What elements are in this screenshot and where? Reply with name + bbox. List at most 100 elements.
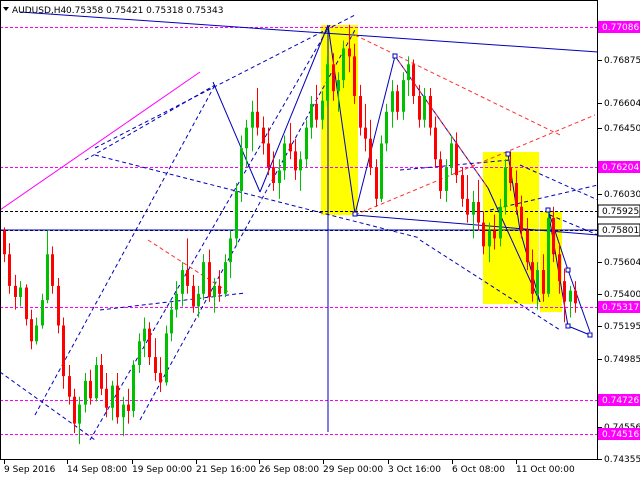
candle-body — [526, 230, 529, 263]
x-tick-label: 19 Sep 00:00 — [132, 465, 192, 475]
y-tick-label: 0.74985 — [604, 355, 640, 365]
chart-header: AUDUSD,H4 0.75358 0.75421 0.75318 0.7534… — [3, 6, 223, 16]
candle-body — [218, 285, 221, 294]
candle-body — [154, 357, 157, 373]
candle-body — [342, 48, 345, 81]
candle-body — [170, 309, 173, 334]
price-tag-label: 0.76204 — [602, 163, 639, 173]
pivot-marker — [392, 53, 398, 59]
candle-body — [132, 365, 135, 411]
candle-body — [267, 143, 270, 168]
candle-body — [499, 206, 502, 239]
candle-body — [272, 167, 275, 184]
y-tick-label: 0.75400 — [604, 290, 640, 300]
candle-body — [504, 167, 507, 207]
x-tick-label: 9 Sep 2016 — [4, 465, 56, 475]
symbol-label: AUDUSD,H4 — [12, 6, 67, 16]
candle-body — [305, 127, 308, 160]
pivot-marker — [352, 211, 358, 217]
candle-body — [122, 404, 125, 418]
candle-body — [95, 365, 98, 399]
candle-body — [482, 222, 485, 247]
candle-body — [450, 143, 453, 168]
pivot-marker — [565, 323, 571, 329]
candle-body — [402, 80, 405, 112]
candle-body — [251, 111, 254, 128]
candle-body — [547, 217, 550, 294]
y-tick-label: 0.76604 — [604, 99, 640, 109]
candle-body — [127, 404, 130, 411]
candle-body — [563, 281, 566, 302]
candle-body — [380, 143, 383, 199]
candle-body — [294, 151, 297, 171]
candle-body — [278, 170, 281, 184]
candle-body — [181, 270, 184, 294]
candle-body — [283, 143, 286, 171]
candle-body — [337, 80, 340, 92]
price-tag-label: 0.74726 — [602, 396, 639, 406]
candle-body — [111, 385, 114, 408]
candle-body — [509, 167, 512, 184]
candle-body — [542, 270, 545, 294]
candle-body — [520, 206, 523, 231]
candle-body — [353, 56, 356, 96]
candle-body — [558, 254, 561, 282]
candle-body — [434, 127, 437, 160]
candle-body — [229, 238, 232, 263]
price-tag-label: 0.77086 — [602, 23, 639, 33]
candle-body — [423, 95, 426, 120]
candle-body — [197, 293, 200, 307]
candle-body — [455, 143, 458, 176]
candle-body — [412, 64, 415, 96]
y-tick-label: 0.74355 — [604, 455, 640, 465]
candle-body — [159, 372, 162, 383]
x-tick-label: 14 Sep 08:00 — [67, 465, 127, 475]
candle-body — [299, 159, 302, 171]
candle-body — [461, 175, 464, 199]
candle-body — [46, 254, 49, 301]
candle-body — [445, 167, 448, 191]
candle-body — [332, 64, 335, 92]
candle-body — [364, 127, 367, 139]
candle-body — [8, 254, 11, 286]
candle-body — [138, 341, 141, 366]
candle-body — [73, 396, 76, 424]
candle-body — [439, 159, 442, 191]
candle-body — [407, 64, 410, 81]
candle-body — [202, 262, 205, 294]
candle-body — [208, 262, 211, 297]
candle-body — [536, 270, 539, 294]
candle-body — [315, 103, 318, 120]
candle-body — [359, 95, 362, 128]
price-tag-label: 0.75317 — [602, 303, 639, 313]
candle-body — [192, 285, 195, 307]
candle-body — [418, 95, 421, 120]
pivot-marker — [565, 267, 571, 273]
candle-body — [348, 48, 351, 57]
candle-body — [116, 385, 119, 418]
candle-body — [472, 202, 475, 215]
x-tick-label: 3 Oct 16:00 — [388, 465, 441, 475]
candle-body — [78, 404, 81, 424]
candle-body — [143, 328, 146, 342]
candle-body — [165, 333, 168, 383]
y-tick-label: 0.75195 — [604, 322, 640, 332]
candle-body — [19, 287, 22, 297]
candle-body — [25, 287, 28, 320]
x-tick-label: 26 Sep 08:00 — [259, 465, 319, 475]
candle-body — [235, 190, 238, 239]
candle-body — [385, 111, 388, 144]
price-tag-label: 0.75925 — [602, 207, 639, 217]
y-tick-label: 0.75604 — [604, 258, 640, 268]
x-tick-label: 29 Sep 00:00 — [323, 465, 383, 475]
candle-body — [493, 230, 496, 239]
candle-body — [466, 198, 469, 215]
candle-body — [240, 148, 243, 191]
candle-body — [41, 300, 44, 326]
candle-body — [429, 95, 432, 128]
candle-body — [51, 254, 54, 286]
candle-body — [321, 100, 324, 120]
candle-body — [574, 290, 577, 304]
candle-body — [68, 376, 71, 397]
x-tick-label: 11 Oct 00:00 — [516, 465, 575, 475]
